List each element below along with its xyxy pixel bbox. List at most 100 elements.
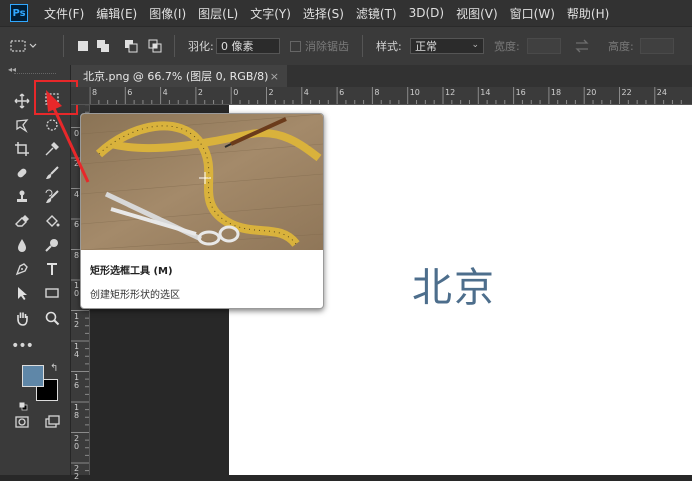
type-icon: [47, 263, 57, 275]
ruler-label: 1 2: [74, 311, 80, 329]
ruler-label: 1 0: [74, 281, 80, 298]
menu-layer[interactable]: 图层(L): [198, 5, 238, 22]
menu-edit[interactable]: 编辑(E): [96, 5, 137, 22]
hand-icon: [17, 312, 28, 326]
ruler-label: 6: [74, 220, 80, 229]
ruler-label: 2: [74, 159, 80, 168]
horizontal-ruler[interactable]: 8 6 4 2 0 2 4 6 8 10 12 14 16 18 20 22 24: [89, 87, 692, 105]
menu-help[interactable]: 帮助(H): [567, 5, 609, 22]
ruler-label: 8: [92, 88, 98, 97]
tooltip-preview-image: [81, 114, 323, 250]
subtract-selection-icon: [125, 40, 138, 53]
menu-image[interactable]: 图像(I): [149, 5, 186, 22]
menu-type[interactable]: 文字(Y): [250, 5, 291, 22]
hand-tool[interactable]: [12, 308, 32, 328]
marquee-preset-icon: [10, 40, 37, 52]
ruler-origin[interactable]: [71, 87, 90, 105]
close-icon[interactable]: ×: [270, 70, 279, 83]
ruler-label: 2: [197, 88, 203, 97]
blur-tool[interactable]: [12, 235, 32, 255]
eyedropper-tool[interactable]: [42, 139, 62, 159]
ruler-label: 8: [74, 250, 80, 260]
ruler-label: 2 2: [74, 464, 80, 481]
magnifier-icon: [45, 311, 60, 326]
move-icon: [14, 93, 30, 109]
chevron-down-icon: ⌄: [471, 40, 479, 50]
swap-colors-icon[interactable]: ↰: [50, 363, 58, 374]
pen-icon: [15, 263, 28, 276]
subtract-from-selection-button[interactable]: [124, 27, 138, 65]
new-selection-icon: [78, 41, 88, 51]
style-select[interactable]: 正常 ⌄: [410, 38, 484, 54]
pen-tool[interactable]: [12, 259, 32, 279]
ruler-label: 2 0: [74, 433, 80, 451]
add-to-selection-button[interactable]: [96, 27, 110, 65]
menu-file[interactable]: 文件(F): [44, 5, 84, 22]
rectangle-tool[interactable]: [42, 283, 62, 303]
menu-select[interactable]: 选择(S): [303, 5, 344, 22]
crop-icon: [15, 142, 29, 156]
droplet-icon: [18, 239, 26, 252]
ruler-label: 10: [409, 88, 420, 97]
clone-stamp-tool[interactable]: [12, 187, 32, 207]
ruler-label: 0: [233, 88, 239, 97]
antialias-checkbox[interactable]: 消除锯齿: [290, 27, 349, 65]
ruler-label: 20: [586, 88, 597, 97]
rectangle-shape-icon: [45, 288, 59, 298]
style-select-value: 正常: [415, 40, 437, 53]
foreground-color-swatch[interactable]: [22, 365, 44, 387]
dodge-icon: [45, 239, 58, 252]
edit-toolbar-button[interactable]: •••: [11, 336, 34, 356]
ruler-label: 24: [656, 88, 667, 97]
eraser-icon: [15, 215, 29, 227]
screen-mode-icon: [45, 415, 60, 428]
width-label: 宽度:: [494, 40, 520, 53]
paint-bucket-tool[interactable]: [42, 211, 62, 231]
zoom-tool[interactable]: [42, 308, 62, 328]
style-label: 样式:: [376, 40, 402, 53]
lasso-tool[interactable]: [12, 115, 32, 135]
menu-3d[interactable]: 3D(D): [409, 6, 444, 20]
ruler-label: 14: [480, 88, 491, 97]
brush-icon: [46, 166, 59, 179]
tool-preset-picker[interactable]: [8, 27, 38, 65]
ruler-label: 18: [550, 88, 562, 97]
add-selection-icon: [97, 40, 109, 52]
document-tab[interactable]: 北京.png @ 66.7% (图层 0, RGB/8) ×: [71, 65, 287, 87]
menu-window[interactable]: 窗口(W): [510, 5, 555, 22]
swap-width-height-button[interactable]: [574, 27, 590, 65]
width-input[interactable]: [527, 38, 561, 54]
dodge-tool[interactable]: [42, 235, 62, 255]
document-tab-bar: 北京.png @ 66.7% (图层 0, RGB/8) ×: [71, 65, 692, 87]
panel-grip[interactable]: [14, 73, 56, 76]
crop-tool[interactable]: [12, 139, 32, 159]
options-bar: 羽化: 0 像素 消除锯齿 样式: 正常 ⌄ 宽度: 高度:: [0, 26, 692, 66]
healing-brush-tool[interactable]: [12, 163, 32, 183]
height-input[interactable]: [640, 38, 674, 54]
new-selection-button[interactable]: [76, 27, 90, 65]
tooltip-description: 创建矩形形状的选区: [90, 290, 180, 301]
more-icon: •••: [11, 338, 34, 354]
swap-arrows-icon: [575, 39, 589, 53]
ruler-label: 16: [515, 88, 526, 97]
feather-input[interactable]: 0 像素: [216, 38, 280, 54]
ruler-label: 4: [74, 189, 80, 199]
menu-view[interactable]: 视图(V): [456, 5, 498, 22]
move-tool[interactable]: [12, 91, 32, 111]
type-tool[interactable]: [42, 259, 62, 279]
eraser-tool[interactable]: [12, 211, 32, 231]
screen-mode-button[interactable]: [42, 412, 62, 432]
paint-bucket-icon: [46, 215, 60, 227]
brush-tool[interactable]: [42, 163, 62, 183]
quick-mask-button[interactable]: [12, 412, 32, 432]
ruler-label: 2: [268, 88, 274, 97]
arrow-cursor-icon: [18, 287, 27, 300]
menu-filter[interactable]: 滤镜(T): [356, 5, 397, 22]
path-selection-tool[interactable]: [12, 283, 32, 303]
quick-selection-tool[interactable]: [42, 115, 62, 135]
history-brush-tool[interactable]: [42, 187, 62, 207]
document-tab-title: 北京.png @ 66.7% (图层 0, RGB/8): [83, 70, 269, 83]
tools-panel: ◂◂ ••• ↰: [0, 65, 71, 475]
photoshop-logo[interactable]: Ps: [10, 4, 28, 22]
intersect-selection-button[interactable]: [148, 27, 162, 65]
